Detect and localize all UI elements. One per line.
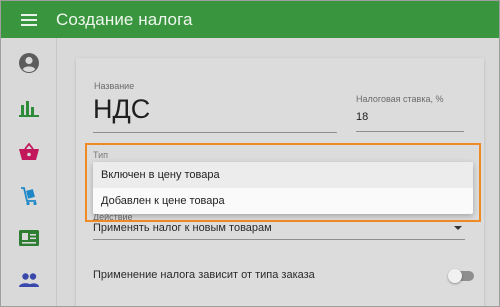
page-title: Создание налога: [56, 9, 193, 29]
name-label: Название: [94, 81, 135, 91]
contact-card-icon[interactable]: [17, 226, 41, 250]
action-underline: [93, 239, 465, 240]
type-option-included[interactable]: Включен в цену товара: [93, 162, 473, 188]
rate-underline: [356, 131, 464, 132]
action-select[interactable]: Применять налог к новым товарам: [93, 222, 272, 234]
name-field[interactable]: НДС: [93, 94, 150, 125]
app-bar: Создание налога: [1, 1, 499, 38]
type-dropdown-menu: Включен в цену товара Добавлен к цене то…: [93, 162, 473, 214]
name-underline: [93, 132, 337, 133]
toggle-knob[interactable]: [448, 269, 462, 283]
app-window: Создание налога Название НДС Налоговая с…: [0, 0, 500, 307]
account-circle-icon[interactable]: [17, 51, 41, 75]
bar-chart-icon[interactable]: [17, 96, 41, 120]
order-type-toggle-label: Применение налога зависит от типа заказа: [93, 269, 315, 281]
people-icon[interactable]: [17, 268, 41, 292]
basket-icon[interactable]: [17, 140, 41, 164]
rate-label: Налоговая ставка, %: [356, 94, 444, 104]
sidebar: [1, 38, 57, 306]
type-option-added[interactable]: Добавлен к цене товара: [93, 188, 473, 214]
delivery-cart-icon[interactable]: [17, 184, 41, 208]
menu-icon[interactable]: [21, 13, 37, 26]
chevron-down-icon[interactable]: [454, 226, 462, 230]
rate-field[interactable]: 18: [356, 111, 368, 123]
